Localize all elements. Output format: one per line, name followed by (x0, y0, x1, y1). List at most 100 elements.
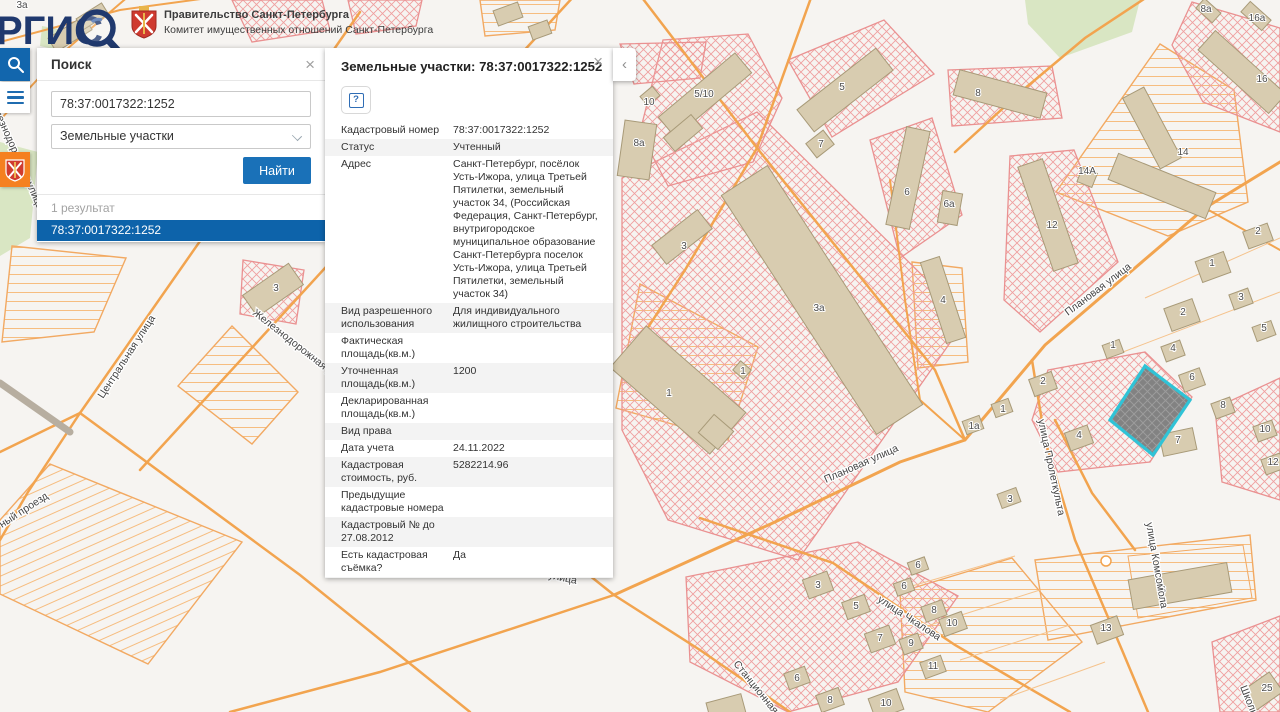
search-panel: Поиск × Земельные участки Найти 1 резуль… (37, 48, 325, 242)
building-label: 12 (1046, 220, 1058, 231)
building-label: 1 (666, 388, 672, 399)
building-label: 25 (1261, 683, 1273, 694)
hamburger-icon (7, 88, 24, 108)
building-label: 4 (1170, 343, 1176, 354)
building-label: 10 (1259, 424, 1271, 435)
details-row-label: Есть кадастровая съёмка? (325, 547, 453, 577)
search-panel-header: Поиск × (37, 48, 325, 81)
building-label: 4 (1076, 430, 1082, 441)
details-row-value: Для индивидуального жилищного строительс… (453, 303, 613, 333)
building-label: 4 (940, 295, 946, 306)
details-row-value (453, 393, 613, 423)
building-label: 10 (880, 698, 892, 709)
details-row-label: Вид права (325, 423, 453, 440)
building-label: 7 (877, 633, 883, 644)
search-result-item[interactable]: 78:37:0017322:1252 (37, 220, 325, 241)
details-row-label: Дата учета (325, 440, 453, 457)
building-label: 1 (1209, 258, 1215, 269)
building-label: 7 (818, 139, 824, 150)
building-label: 13 (1100, 623, 1112, 634)
details-row-value: 78:37:0017322:1252 (453, 122, 613, 139)
gov-header: Правительство Санкт-Петербурга Комитет и… (164, 9, 433, 36)
building-label: 1 (1000, 404, 1006, 415)
details-panel-title: Земельные участки: 78:37:0017322:1252 (341, 59, 602, 74)
details-panel-header: Земельные участки: 78:37:0017322:1252 × (325, 48, 613, 80)
building-label: 6 (794, 673, 800, 684)
building-label: 5 (1261, 323, 1267, 334)
spb-shield-icon (5, 158, 25, 182)
details-row: Кадастровая стоимость, руб.5282214.96 (325, 457, 613, 487)
search-panel-title: Поиск (51, 57, 92, 72)
building-label: 1а (968, 421, 980, 432)
building-label: 16а (1249, 13, 1266, 24)
details-row-label: Декларированная площадь(кв.м.) (325, 393, 453, 423)
building-label: 7 (1175, 435, 1181, 446)
details-row-value (453, 517, 613, 547)
question-icon: ? (349, 93, 364, 108)
street-label: Центральная улица (95, 313, 158, 401)
building-label: 3 (815, 580, 821, 591)
app-root: 3а8а16а168105/108а5766а331414А12213253а1… (0, 0, 1280, 712)
spb-coat-of-arms-icon (130, 6, 158, 40)
details-row: Вид разрешенного использованияДля индиви… (325, 303, 613, 333)
details-row-value: 1200 (453, 363, 613, 393)
building-label: 8 (975, 88, 981, 99)
details-row-value: 5282214.96 (453, 457, 613, 487)
details-row: Декларированная площадь(кв.м.) (325, 393, 613, 423)
building-label: 6 (1189, 372, 1195, 383)
details-row-value: Да (453, 547, 613, 577)
building-label: 3а (813, 303, 825, 314)
details-row: Информация об арендеНе сдавался (325, 577, 613, 578)
details-row-value: Санкт-Петербург, посёлок Усть-Ижора, ули… (453, 156, 613, 303)
building-label: 9 (908, 638, 914, 649)
toolbar-emblem-button[interactable] (0, 152, 30, 187)
results-count: 1 результат (37, 195, 325, 220)
building-label: 5 (839, 82, 845, 93)
building-label: 1 (740, 366, 746, 377)
search-category-select[interactable]: Земельные участки (51, 124, 311, 149)
building-label: 2 (1180, 307, 1186, 318)
building-label: 6 (915, 560, 921, 571)
details-row-value (453, 423, 613, 440)
toolbar-search-button[interactable] (0, 48, 30, 81)
details-row: Кадастровый № до 27.08.2012 (325, 517, 613, 547)
details-close-icon[interactable]: × (593, 48, 603, 78)
building-label: 16 (1256, 74, 1268, 85)
details-row-label: Уточненная площадь(кв.м.) (325, 363, 453, 393)
details-table: Кадастровый номер78:37:0017322:1252Стату… (325, 122, 613, 578)
building-label: 3 (1238, 292, 1244, 303)
gov-line1: Правительство Санкт-Петербурга (164, 9, 433, 21)
building-label: 2 (1040, 376, 1046, 387)
details-row-label: Вид разрешенного использования (325, 303, 453, 333)
details-row: Уточненная площадь(кв.м.)1200 (325, 363, 613, 393)
search-query-input[interactable] (51, 91, 311, 117)
toolbar-menu-button[interactable] (0, 82, 30, 113)
details-row: Вид права (325, 423, 613, 440)
details-row-label: Кадастровый № до 27.08.2012 (325, 517, 453, 547)
chevron-down-icon (292, 131, 302, 141)
search-close-icon[interactable]: × (305, 48, 315, 81)
building-label: 14 (1177, 147, 1189, 158)
building-label: 3 (681, 241, 687, 252)
panel-collapse-button[interactable]: ‹ (613, 48, 636, 81)
find-button[interactable]: Найти (243, 157, 311, 184)
details-row: Кадастровый номер78:37:0017322:1252 (325, 122, 613, 139)
building-label: 8а (633, 138, 645, 149)
details-row-label: Информация об аренде (325, 577, 453, 578)
parcel-info-button[interactable]: ? (341, 86, 371, 114)
details-row: СтатусУчтенный (325, 139, 613, 156)
building-label: 8 (1220, 400, 1226, 411)
building-label: 5 (853, 601, 859, 612)
building-label: 12 (1267, 457, 1279, 468)
search-category-value: Земельные участки (60, 129, 174, 143)
details-row-value (453, 333, 613, 363)
building-label: 10 (643, 97, 655, 108)
building-label: 1 (1110, 340, 1116, 351)
details-row-label: Кадастровая стоимость, руб. (325, 457, 453, 487)
details-row-value: Учтенный (453, 139, 613, 156)
building-label: 3а (16, 0, 28, 11)
gov-line2: Комитет имущественных отношений Санкт-Пе… (164, 24, 433, 36)
building-label: 6 (904, 187, 910, 198)
building-label: 14А (1078, 166, 1096, 177)
parcel-details-panel: Земельные участки: 78:37:0017322:1252 × … (325, 48, 613, 578)
